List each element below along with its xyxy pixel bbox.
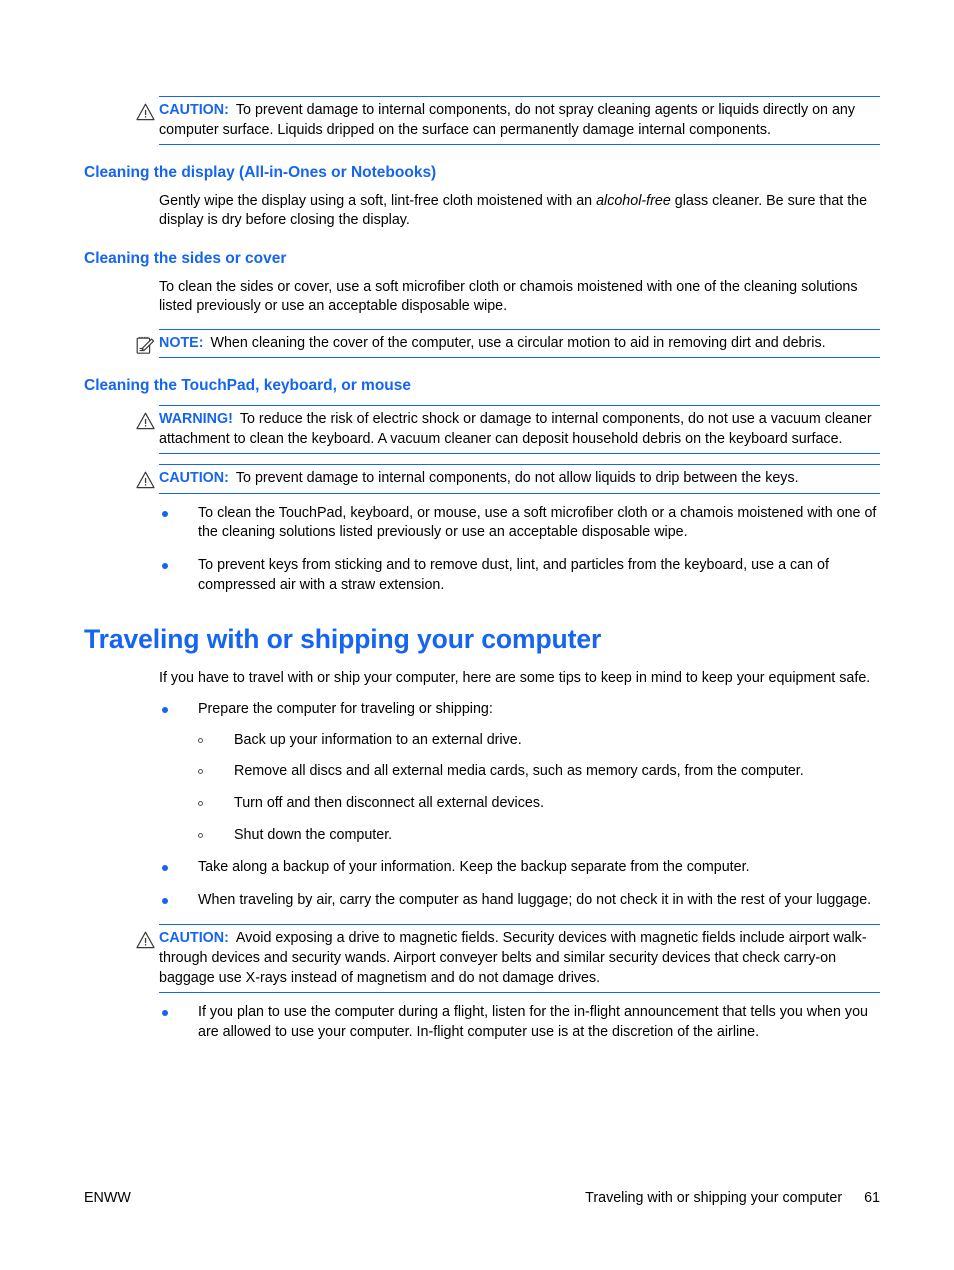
admonition-body: CAUTION: Avoid exposing a drive to magnet… (159, 929, 880, 988)
sub-bullet-circle-icon (198, 800, 203, 806)
list-item-text: To clean the TouchPad, keyboard, or mous… (198, 504, 877, 541)
warning-triangle-icon (136, 103, 155, 121)
list-item-text: If you plan to use the computer during a… (198, 1004, 868, 1040)
section-heading-cleaning-sides: Cleaning the sides or cover (84, 249, 287, 267)
bullet-list: Prepare the computer for traveling or sh… (84, 700, 880, 910)
admonition-text: When cleaning the cover of the computer,… (210, 334, 826, 351)
warning-triangle-icon (136, 931, 155, 949)
page-content: CAUTION: To prevent damage to internal co… (84, 86, 880, 1056)
bullet-list: To clean the TouchPad, keyboard, or mous… (84, 504, 880, 595)
sub-bullet-list: Back up your information to an external … (198, 731, 880, 845)
admonition-text: Avoid exposing a drive to magnetic field… (159, 930, 867, 986)
footer-section-title: Traveling with or shipping your computer (585, 1190, 843, 1206)
footer-locale-code: ENWW (84, 1190, 131, 1206)
paragraph-traveling-intro: If you have to travel with or ship your … (159, 669, 871, 686)
paragraph-part-1: Gently wipe the display using a soft, li… (159, 192, 597, 209)
bullet-dot-icon (162, 562, 168, 569)
admonition-text: To prevent damage to internal components… (159, 102, 855, 138)
list-item-text: Remove all discs and all external media … (234, 763, 804, 780)
sub-bullet-circle-icon (198, 832, 203, 838)
bullet-dot-icon (162, 510, 168, 517)
admonition-label: CAUTION: (159, 102, 229, 118)
footer-page-number: 61 (864, 1190, 880, 1206)
admonition-body: WARNING! To reduce the risk of electric s… (159, 410, 880, 449)
list-item-text: Prepare the computer for traveling or sh… (198, 701, 493, 718)
sub-bullet-circle-icon (198, 769, 203, 775)
paragraph-cleaning-sides: To clean the sides or cover, use a soft … (159, 278, 858, 315)
admonition-caution-keys: CAUTION: To prevent damage to internal co… (136, 464, 880, 494)
admonition-label: CAUTION: (159, 470, 229, 487)
bullet-dot-icon (162, 707, 168, 714)
section-heading-cleaning-display: Cleaning the display (All-in-Ones or Not… (84, 164, 437, 182)
list-traveling-prepare: Prepare the computer for traveling or sh… (84, 700, 880, 910)
warning-triangle-icon (136, 412, 155, 430)
admonition-note-circular-motion: NOTE: When cleaning the cover of the comp… (136, 328, 880, 359)
section-heading-cleaning-touchpad: Cleaning the TouchPad, keyboard, or mous… (84, 377, 411, 395)
bullet-list: If you plan to use the computer during a… (84, 1003, 880, 1042)
list-item-text: Turn off and then disconnect all externa… (234, 794, 544, 811)
list-item-text: Back up your information to an external … (234, 731, 522, 748)
admonition-text: To prevent damage to internal components… (235, 470, 799, 487)
bullet-dot-icon (162, 865, 168, 872)
list-item: To prevent keys from sticking and to rem… (84, 556, 880, 595)
sub-bullet-circle-icon (198, 737, 203, 743)
list-item-text: When traveling by air, carry the compute… (198, 891, 872, 908)
paragraph-emphasis-alcohol-free: alcohol-free (596, 192, 671, 209)
paragraph-cleaning-display: Gently wipe the display using a soft, li… (84, 192, 880, 231)
list-item: To clean the TouchPad, keyboard, or mous… (84, 504, 880, 543)
admonition-label: CAUTION: (159, 930, 229, 947)
list-item: Take along a backup of your information.… (84, 858, 880, 878)
admonition-caution-magnetic: CAUTION: Avoid exposing a drive to magnet… (136, 924, 880, 994)
list-item: When traveling by air, carry the compute… (84, 891, 880, 911)
admonition-warning-vacuum: WARNING! To reduce the risk of electric s… (136, 404, 880, 455)
footer-right-group: Traveling with or shipping your computer… (585, 1190, 880, 1206)
bullet-dot-icon (162, 1010, 168, 1017)
list-item: Prepare the computer for traveling or sh… (84, 700, 880, 845)
admonition-body: CAUTION: To prevent damage to internal co… (159, 101, 880, 140)
list-item: If you plan to use the computer during a… (84, 1003, 880, 1042)
list-item-text: To prevent keys from sticking and to rem… (198, 556, 829, 593)
list-traveling-flight: If you plan to use the computer during a… (84, 1003, 880, 1042)
admonition-text: To reduce the risk of electric shock or … (159, 410, 872, 447)
admonition-caution-spray: CAUTION: To prevent damage to internal co… (136, 96, 880, 146)
page-footer: ENWW Traveling with or shipping your com… (84, 1190, 880, 1212)
list-cleaning-touchpad: To clean the TouchPad, keyboard, or mous… (84, 504, 880, 595)
admonition-body: NOTE: When cleaning the cover of the comp… (159, 334, 880, 354)
admonition-label: WARNING! (159, 410, 233, 427)
list-item-text: Take along a backup of your information.… (198, 859, 750, 876)
list-item-text: Shut down the computer. (234, 826, 393, 843)
note-clipboard-icon (136, 336, 155, 354)
list-item: Turn off and then disconnect all externa… (198, 794, 880, 814)
list-item: Shut down the computer. (198, 826, 880, 846)
list-item: Back up your information to an external … (198, 731, 880, 751)
admonition-body: CAUTION: To prevent damage to internal co… (159, 469, 880, 489)
admonition-label: NOTE: (159, 334, 204, 351)
list-item: Remove all discs and all external media … (198, 762, 880, 782)
page-title: Traveling with or shipping your computer (84, 624, 602, 655)
document-page: CAUTION: To prevent damage to internal co… (0, 0, 954, 1270)
warning-triangle-icon (136, 471, 155, 489)
bullet-dot-icon (162, 897, 168, 904)
